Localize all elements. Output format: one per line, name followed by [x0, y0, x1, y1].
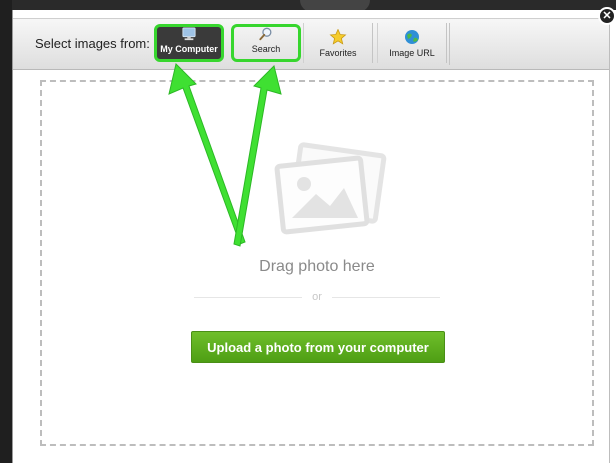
source-toolbar: Select images from: My Computer Search F…	[13, 18, 609, 70]
photo-placeholder-icon	[274, 142, 387, 235]
toolbar-label: Select images from:	[35, 36, 150, 51]
star-icon	[329, 29, 347, 45]
magnifier-icon	[259, 27, 272, 41]
tab-favorites[interactable]: Favorites	[303, 23, 373, 63]
toolbar-divider	[449, 23, 450, 65]
globe-icon	[405, 30, 419, 44]
tab-favorites-label: Favorites	[319, 48, 357, 58]
tab-my-computer-label: My Computer	[160, 44, 218, 54]
tab-search-label: Search	[251, 44, 281, 54]
photo-dropzone[interactable]: Drag photo here or Upload a photo from y…	[40, 80, 594, 446]
tab-search[interactable]: Search	[231, 24, 301, 62]
tab-my-computer[interactable]: My Computer	[154, 24, 224, 62]
backdrop-left	[0, 0, 12, 463]
tab-image-url-label: Image URL	[389, 48, 435, 58]
divider-line	[332, 297, 440, 298]
close-icon[interactable]: ✕	[598, 7, 616, 25]
drag-photo-text: Drag photo here	[259, 258, 375, 275]
monitor-icon	[182, 27, 196, 41]
upload-photo-button[interactable]: Upload a photo from your computer	[191, 331, 445, 363]
image-picker-dialog: Select images from: My Computer Search F…	[12, 10, 610, 463]
tab-image-url[interactable]: Image URL	[377, 23, 447, 63]
or-divider: or	[194, 290, 440, 304]
